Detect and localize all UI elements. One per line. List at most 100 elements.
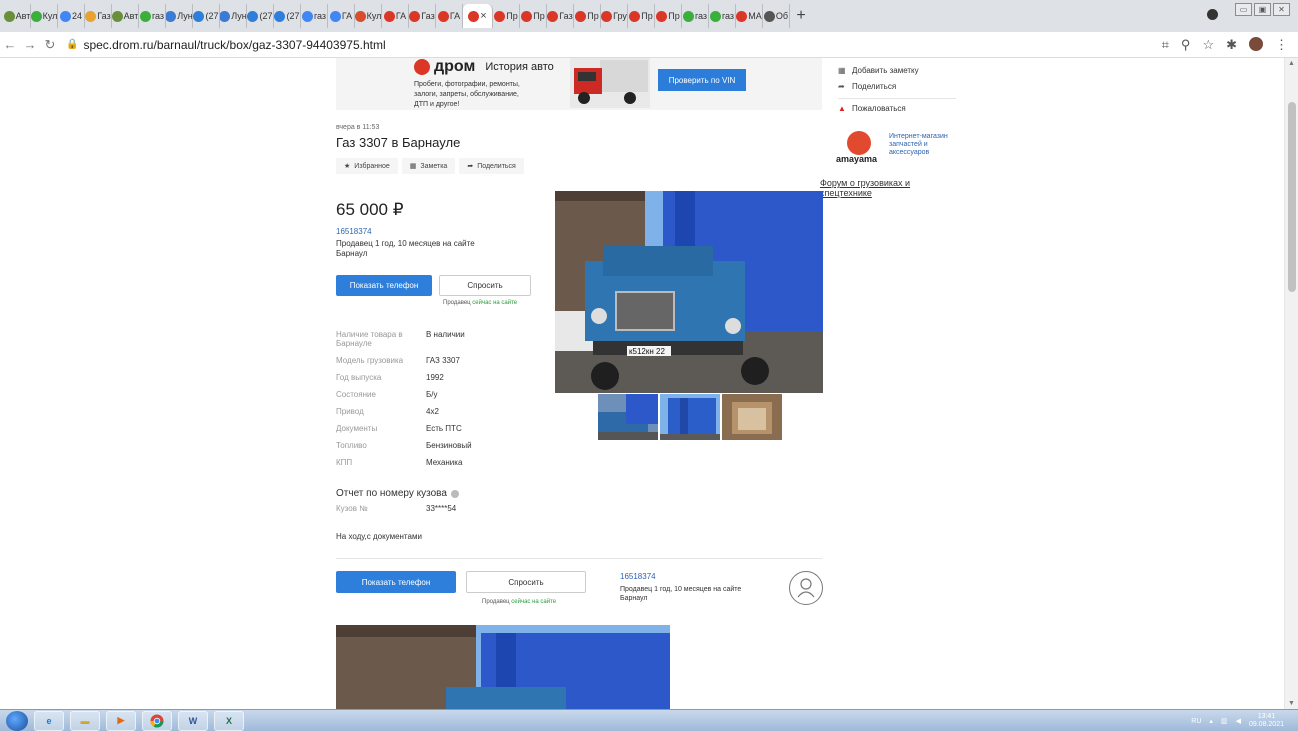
browser-tab[interactable]: Пр bbox=[574, 4, 601, 28]
seller-id-link[interactable]: 16518374 bbox=[336, 227, 372, 236]
taskbar-word-icon[interactable]: W bbox=[178, 710, 208, 731]
browser-tab[interactable]: Пр bbox=[628, 4, 655, 28]
browser-tab[interactable]: газ bbox=[709, 4, 736, 28]
browser-tab[interactable]: (27 bbox=[274, 4, 301, 28]
user-avatar-icon[interactable] bbox=[789, 571, 823, 605]
browser-tab[interactable]: Авт bbox=[4, 4, 31, 28]
start-button[interactable] bbox=[6, 710, 28, 731]
browser-tab[interactable]: Об bbox=[763, 4, 790, 28]
scrollbar-thumb[interactable] bbox=[1288, 102, 1296, 292]
thumbnail-3[interactable] bbox=[722, 394, 782, 440]
browser-tab[interactable]: МА bbox=[736, 4, 763, 28]
browser-tab[interactable]: ГА bbox=[382, 4, 409, 28]
browser-tab[interactable]: Лун bbox=[166, 4, 193, 28]
browser-tab[interactable]: Кул bbox=[355, 4, 382, 28]
check-vin-button[interactable]: Проверить по VIN bbox=[658, 69, 746, 91]
new-tab-button[interactable]: + bbox=[790, 4, 812, 28]
clock[interactable]: 13:41 09.08.2021 bbox=[1249, 713, 1284, 729]
share-link-sidebar[interactable]: ➦ Поделиться bbox=[838, 82, 896, 91]
window-controls: ▭ ▣ ✕ bbox=[1235, 3, 1290, 16]
main-truck-photo[interactable]: к512кн 22 bbox=[555, 191, 823, 393]
browser-tab[interactable]: Газ bbox=[85, 4, 112, 28]
spec-value: Бензиновый bbox=[426, 441, 472, 450]
info-icon[interactable] bbox=[450, 489, 459, 498]
browser-tab[interactable]: газ bbox=[139, 4, 166, 28]
tab-favicon-icon bbox=[629, 10, 641, 22]
browser-tab[interactable]: Лун bbox=[220, 4, 247, 28]
browser-tab[interactable]: × bbox=[463, 4, 493, 28]
taskbar-media-player-icon[interactable]: ▶ bbox=[106, 710, 136, 731]
browser-tab[interactable]: ГА bbox=[328, 4, 355, 28]
extensions-icon[interactable]: ✱ bbox=[1226, 37, 1237, 53]
drom-logo-icon bbox=[414, 59, 430, 75]
browser-tab[interactable]: Газ bbox=[547, 4, 574, 28]
browser-tab[interactable]: 24 bbox=[58, 4, 85, 28]
scroll-up-icon[interactable]: ▲ bbox=[1288, 60, 1295, 67]
zoom-icon[interactable]: ⚲ bbox=[1181, 37, 1191, 53]
taskbar-ie-icon[interactable]: e bbox=[34, 710, 64, 731]
thumbnail-1[interactable] bbox=[598, 394, 658, 440]
thumbnail-2[interactable] bbox=[660, 394, 720, 440]
tray-arrow-icon[interactable]: ▴ bbox=[1209, 717, 1213, 725]
menu-kebab-icon[interactable]: ⋮ bbox=[1275, 37, 1288, 53]
scroll-down-icon[interactable]: ▼ bbox=[1288, 700, 1295, 707]
browser-tab[interactable]: Пр bbox=[655, 4, 682, 28]
taskbar-chrome-icon[interactable] bbox=[142, 710, 172, 731]
taskbar-excel-icon[interactable]: X bbox=[214, 710, 244, 731]
note-button[interactable]: ▦ Заметка bbox=[401, 158, 456, 174]
browser-tab[interactable]: Гру bbox=[601, 4, 628, 28]
spec-value: Механика bbox=[426, 458, 463, 467]
bookmark-star-icon[interactable]: ☆ bbox=[1202, 37, 1214, 53]
amayama-logo-icon[interactable] bbox=[847, 131, 871, 155]
tab-close-icon[interactable]: × bbox=[480, 10, 486, 22]
browser-tab[interactable]: газ bbox=[682, 4, 709, 28]
browser-tab[interactable]: Пр bbox=[520, 4, 547, 28]
gallery-photo-large[interactable] bbox=[336, 625, 670, 709]
history-ad-banner[interactable]: дром История авто Пробеги, фотографии, р… bbox=[336, 58, 822, 110]
browser-tab[interactable]: Пр bbox=[493, 4, 520, 28]
tab-favicon-icon bbox=[112, 10, 123, 22]
browser-tab[interactable]: (27 bbox=[193, 4, 220, 28]
volume-icon[interactable]: ◀ bbox=[1236, 717, 1241, 725]
browser-tab[interactable]: Кул bbox=[31, 4, 58, 28]
browser-tab[interactable]: газ bbox=[301, 4, 328, 28]
back-icon[interactable]: ← bbox=[0, 37, 20, 52]
tab-label: Газ bbox=[97, 11, 111, 21]
page-viewport: дром История авто Пробеги, фотографии, р… bbox=[0, 58, 1298, 709]
language-indicator[interactable]: RU bbox=[1191, 718, 1201, 725]
taskbar-folder-icon[interactable]: ▬ bbox=[70, 710, 100, 731]
favorite-button[interactable]: ★ Избранное bbox=[336, 158, 398, 174]
amayama-name[interactable]: amayama bbox=[836, 154, 877, 164]
system-tray: RU ▴ ▥ ◀ 13:41 09.08.2021 bbox=[1191, 713, 1284, 729]
show-phone-button[interactable]: Показать телефон bbox=[336, 275, 432, 296]
network-icon[interactable]: ▥ bbox=[1221, 717, 1228, 725]
minimize-button[interactable]: ▭ bbox=[1235, 3, 1252, 16]
add-note-link[interactable]: ▦ Добавить заметку bbox=[838, 66, 919, 75]
tab-favicon-icon bbox=[166, 10, 177, 22]
forward-icon[interactable]: → bbox=[20, 37, 40, 52]
ask-button-bottom[interactable]: Спросить bbox=[466, 571, 586, 593]
page-scrollbar[interactable]: ▲ ▼ bbox=[1284, 58, 1298, 709]
complain-link[interactable]: ▲ Пожаловаться bbox=[838, 104, 906, 113]
browser-tab[interactable]: Газ bbox=[409, 4, 436, 28]
close-window-button[interactable]: ✕ bbox=[1273, 3, 1290, 16]
show-phone-button-bottom[interactable]: Показать телефон bbox=[336, 571, 456, 593]
spec-value: ГАЗ 3307 bbox=[426, 356, 460, 365]
profile-icon[interactable] bbox=[1207, 9, 1218, 20]
url-field[interactable]: 🔒 spec.drom.ru/barnaul/truck/box/gaz-330… bbox=[66, 38, 386, 52]
translate-icon[interactable]: ⌗ bbox=[1162, 37, 1169, 53]
tab-label: (27 bbox=[205, 11, 219, 21]
forum-link[interactable]: Форум о грузовиках и спецтехнике bbox=[820, 178, 950, 198]
restore-button[interactable]: ▣ bbox=[1254, 3, 1271, 16]
amayama-desc[interactable]: Интернет-магазин запчастей и аксессуаров bbox=[889, 133, 959, 157]
browser-tab[interactable]: ГА bbox=[436, 4, 463, 28]
share-button[interactable]: ➦ Поделиться bbox=[459, 158, 524, 174]
online-prefix: Продавец bbox=[443, 300, 471, 306]
browser-tab[interactable]: Авт bbox=[112, 4, 139, 28]
tab-label: газ bbox=[721, 11, 735, 21]
ask-button[interactable]: Спросить bbox=[439, 275, 531, 296]
account-avatar-icon[interactable] bbox=[1249, 37, 1263, 51]
reload-icon[interactable]: ↻ bbox=[40, 37, 60, 53]
seller-id-link-bottom[interactable]: 16518374 bbox=[620, 572, 656, 581]
browser-tab[interactable]: (27 bbox=[247, 4, 274, 28]
